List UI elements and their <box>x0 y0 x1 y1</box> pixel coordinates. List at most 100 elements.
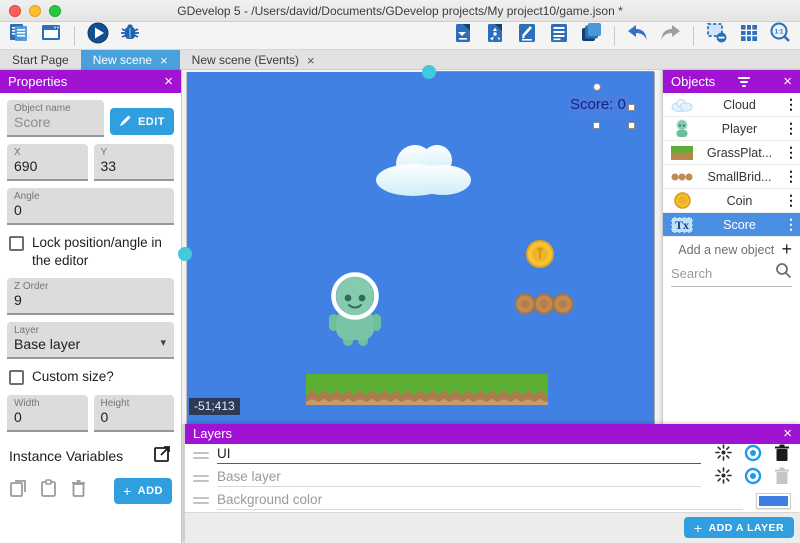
add-new-object-button[interactable]: Add a new object + <box>663 237 800 262</box>
undo-button[interactable] <box>625 24 651 48</box>
project-manager-button[interactable] <box>6 24 32 48</box>
horizontal-scrollbar-track <box>434 71 654 72</box>
publish-project-button[interactable] <box>482 24 508 48</box>
export-document-icon <box>452 22 474 49</box>
visibility-eye-icon[interactable] <box>744 467 762 490</box>
kebab-menu-icon[interactable]: ⋮ <box>784 120 796 137</box>
trash-icon[interactable] <box>69 478 89 503</box>
angle-field[interactable]: Angle 0 <box>7 188 174 225</box>
delete-layer-icon[interactable] <box>774 444 790 467</box>
tab-new-scene-events[interactable]: New scene (Events) × <box>180 50 327 70</box>
background-color-swatch[interactable] <box>757 494 790 508</box>
zoom-1-1-icon: 1:1 <box>769 21 793 50</box>
vertical-scrollbar-thumb[interactable] <box>178 247 192 261</box>
close-window-button[interactable] <box>9 5 21 17</box>
zoom-reset-button[interactable]: 1:1 <box>768 24 794 48</box>
redo-button[interactable] <box>657 24 683 48</box>
add-layer-button[interactable]: + ADD A LAYER <box>684 517 794 538</box>
platform-dirt-base <box>306 402 548 405</box>
right-scrollbar-track <box>654 72 655 424</box>
edit-scene-properties-button[interactable] <box>514 24 540 48</box>
height-field[interactable]: Height 0 <box>94 395 175 432</box>
custom-size-checkbox[interactable] <box>9 370 24 385</box>
z-order-field[interactable]: Z Order 9 <box>7 278 174 315</box>
search-input[interactable] <box>671 266 771 281</box>
drag-handle-icon <box>193 497 209 504</box>
close-icon[interactable]: × <box>783 74 792 89</box>
coin-sprite[interactable] <box>526 240 554 273</box>
export-project-button[interactable] <box>450 24 476 48</box>
lock-position-label: Lock position/angle in the editor <box>32 234 172 269</box>
drag-handle-icon[interactable] <box>193 475 209 482</box>
close-icon[interactable]: × <box>164 74 173 89</box>
object-item-player[interactable]: Player ⋮ <box>663 117 800 141</box>
edit-object-button[interactable]: EDIT <box>110 108 174 135</box>
delete-layer-icon-disabled <box>774 467 790 490</box>
kebab-menu-icon[interactable]: ⋮ <box>784 168 796 185</box>
object-item-smallbridge[interactable]: SmallBrid... ⋮ <box>663 165 800 189</box>
debugger-button[interactable] <box>117 24 143 48</box>
horizontal-scrollbar-thumb[interactable] <box>422 65 436 79</box>
grass-platform-sprite[interactable] <box>306 374 548 405</box>
resize-handle-bottom[interactable] <box>593 122 600 129</box>
resize-handle-right[interactable] <box>628 104 635 111</box>
x-value: 690 <box>14 158 37 174</box>
x-position-field[interactable]: X 690 <box>7 144 88 181</box>
layer-name-input[interactable] <box>217 469 701 487</box>
tab-new-scene[interactable]: New scene × <box>81 50 180 70</box>
score-text-object[interactable]: Score: 0 <box>568 96 628 113</box>
object-item-score[interactable]: Tx Score ⋮ <box>663 213 800 237</box>
width-field[interactable]: Width 0 <box>7 395 88 432</box>
clear-selection-button[interactable] <box>704 24 730 48</box>
kebab-menu-icon[interactable]: ⋮ <box>784 96 796 113</box>
maximize-window-button[interactable] <box>49 5 61 17</box>
scene-editor-canvas[interactable]: Score: 0 <box>182 70 662 424</box>
scene-background[interactable]: Score: 0 <box>187 72 654 424</box>
add-variable-button[interactable]: + ADD <box>114 478 172 504</box>
open-events-button[interactable] <box>546 24 572 48</box>
y-label: Y <box>101 147 168 158</box>
close-icon[interactable]: × <box>160 54 168 67</box>
drag-handle-icon[interactable] <box>193 452 209 459</box>
resize-handle-corner[interactable] <box>628 122 635 129</box>
copy-icon[interactable] <box>9 478 29 503</box>
layer-select[interactable]: Layer Base layer ▾ <box>7 322 174 359</box>
layer-name-input[interactable] <box>217 446 701 464</box>
layer-row-ui <box>185 444 800 467</box>
preview-button[interactable] <box>85 24 111 48</box>
object-name: SmallBrid... <box>695 170 784 184</box>
minimize-window-button[interactable] <box>29 5 41 17</box>
layer-value: Base layer <box>14 336 80 352</box>
tab-start-page[interactable]: Start Page <box>0 50 81 70</box>
open-objects-button[interactable] <box>578 24 604 48</box>
rotation-handle[interactable] <box>593 83 601 91</box>
background-color-label <box>217 492 743 510</box>
kebab-menu-icon[interactable]: ⋮ <box>784 192 796 209</box>
window-icon <box>40 22 62 49</box>
y-position-field[interactable]: Y 33 <box>94 144 175 181</box>
kebab-menu-icon[interactable]: ⋮ <box>784 216 796 233</box>
paste-icon[interactable] <box>39 478 59 503</box>
small-bridge-sprite[interactable] <box>515 292 573 321</box>
variables-actions-row: + ADD <box>9 478 172 504</box>
player-sprite[interactable] <box>327 272 383 353</box>
stacked-objects-icon <box>579 21 603 50</box>
close-icon[interactable]: × <box>783 426 792 441</box>
visibility-eye-icon[interactable] <box>744 444 762 467</box>
close-icon[interactable]: × <box>307 54 315 67</box>
toolbar-right-group: 1:1 <box>450 24 794 48</box>
open-in-new-icon[interactable] <box>153 444 172 468</box>
kebab-menu-icon[interactable]: ⋮ <box>784 144 796 161</box>
start-page-button[interactable] <box>38 24 64 48</box>
effects-icon[interactable] <box>715 467 732 489</box>
object-item-coin[interactable]: Coin ⋮ <box>663 189 800 213</box>
object-item-grassplatform[interactable]: GrassPlat... ⋮ <box>663 141 800 165</box>
cloud-sprite[interactable] <box>373 138 477 203</box>
objects-title: Objects <box>671 74 715 89</box>
custom-size-row: Custom size? <box>9 368 172 386</box>
lock-position-checkbox[interactable] <box>9 236 24 251</box>
object-item-cloud[interactable]: Cloud ⋮ <box>663 93 800 117</box>
filter-icon[interactable] <box>738 77 750 87</box>
toggle-grid-button[interactable] <box>736 24 762 48</box>
effects-icon[interactable] <box>715 444 732 466</box>
